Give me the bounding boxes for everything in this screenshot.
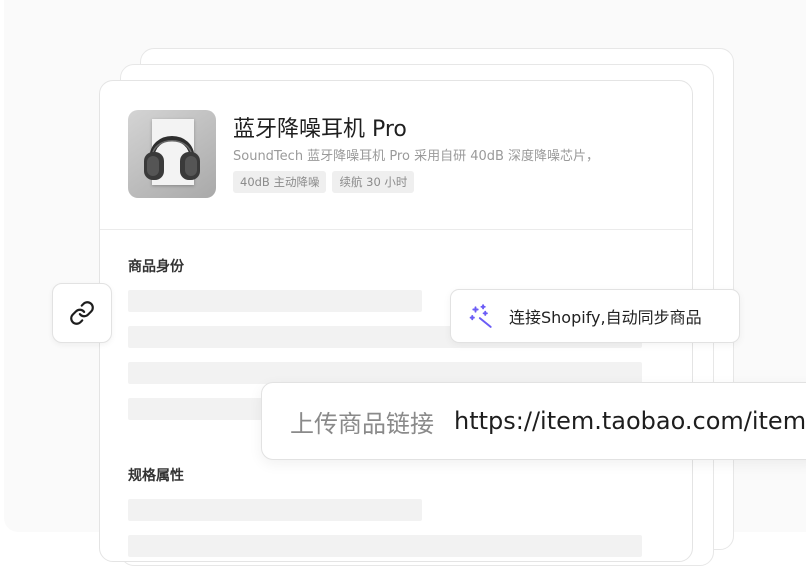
product-tags: 40dB 主动降噪 续航 30 小时: [233, 171, 415, 193]
tag-battery: 续航 30 小时: [332, 171, 415, 193]
product-header: 蓝牙降噪耳机 Pro SoundTech 蓝牙降噪耳机 Pro 采用自研 40d…: [100, 81, 692, 230]
link-icon: [70, 301, 94, 325]
connect-shopify-label: 连接Shopify,自动同步商品: [509, 308, 702, 327]
skeleton-line: [128, 535, 642, 557]
product-thumbnail: [128, 110, 216, 198]
section-identity-label: 商品身份: [128, 259, 184, 275]
url-input-label: 上传商品链接: [290, 409, 434, 438]
section-spec-label: 规格属性: [128, 468, 184, 484]
connect-shopify-button[interactable]: 连接Shopify,自动同步商品: [450, 289, 740, 343]
product-url-input[interactable]: 上传商品链接 https://item.taobao.com/item: [261, 382, 806, 460]
skeleton-line: [128, 290, 422, 312]
tag-noise-cancel: 40dB 主动降噪: [233, 171, 327, 193]
headphones-image: [144, 136, 200, 180]
link-button[interactable]: [52, 283, 112, 343]
product-description: SoundTech 蓝牙降噪耳机 Pro 采用自研 40dB 深度降噪芯片，: [233, 149, 600, 164]
magic-sparkle-icon: [469, 304, 492, 328]
skeleton-line: [128, 499, 422, 521]
skeleton-line: [128, 362, 642, 384]
url-input-value: https://item.taobao.com/item: [454, 407, 806, 435]
product-title: 蓝牙降噪耳机 Pro: [233, 117, 407, 142]
